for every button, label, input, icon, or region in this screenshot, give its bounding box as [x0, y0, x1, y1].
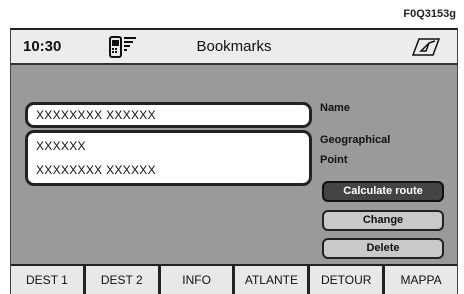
- page-title: Bookmarks: [196, 38, 272, 55]
- geographical-label: Geographical: [320, 134, 391, 146]
- name-value: XXXXXXXX XXXXXX: [36, 108, 156, 122]
- tab-dest-1[interactable]: DEST 1: [11, 266, 83, 294]
- point-label: Point: [320, 154, 348, 166]
- header-bar: 10:30 Bookmarks: [11, 30, 457, 65]
- name-label: Name: [320, 102, 350, 114]
- address-line-2: XXXXXXXX XXXXXX: [36, 163, 156, 177]
- bookmark-name-field[interactable]: XXXXXXXX XXXXXX: [25, 102, 312, 128]
- address-line-1: XXXXXX: [36, 139, 86, 153]
- change-button[interactable]: Change: [322, 210, 444, 231]
- geographical-point-field[interactable]: XXXXXX XXXXXXXX XXXXXX: [25, 130, 312, 186]
- navigation-map-icon[interactable]: [409, 33, 443, 61]
- tab-dest-2[interactable]: DEST 2: [85, 266, 158, 294]
- nav-screen: 10:30 Bookmarks XXXXXXXX XXXXXX XXXXXX X…: [10, 28, 458, 294]
- tab-detour[interactable]: DETOUR: [310, 266, 383, 294]
- calculate-route-button[interactable]: Calculate route: [322, 181, 444, 202]
- tab-atlante[interactable]: ATLANTE: [235, 266, 308, 294]
- figure-code: F0Q3153g: [403, 8, 456, 20]
- tab-info[interactable]: INFO: [160, 266, 233, 294]
- tab-mappa[interactable]: MAPPA: [385, 266, 457, 294]
- delete-button[interactable]: Delete: [322, 238, 444, 259]
- bottom-tab-bar: DEST 1 DEST 2 INFO ATLANTE DETOUR MAPPA: [11, 264, 457, 294]
